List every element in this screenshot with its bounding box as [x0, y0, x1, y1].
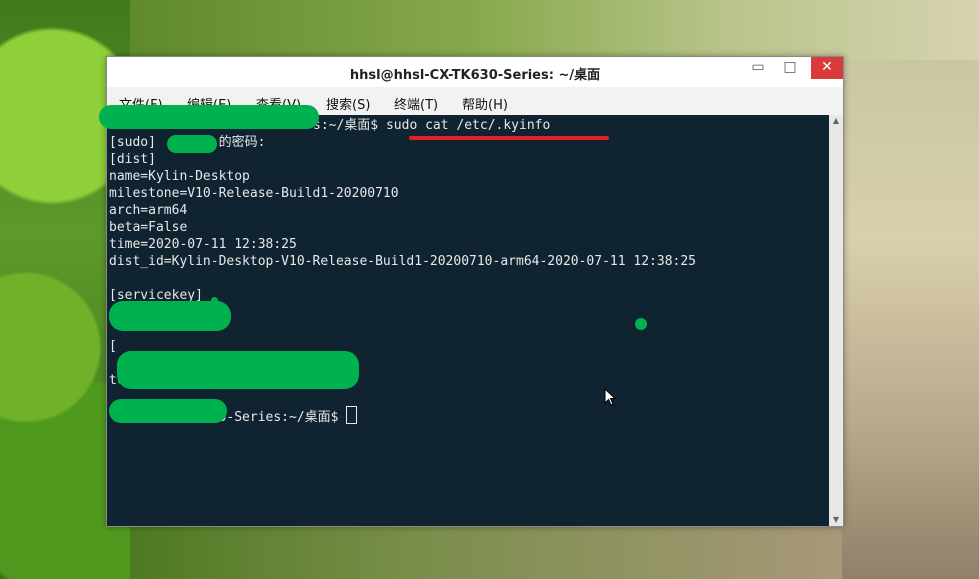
desktop-wallpaper-path [842, 60, 979, 579]
redaction-dot [211, 297, 218, 304]
desktop-wallpaper-top [130, 0, 979, 60]
terminal-line-8: time=2020-07-11 12:38:25 [109, 237, 297, 252]
window-title: hhsl@hhsl-CX-TK630-Series: ~/桌面 [349, 68, 601, 83]
terminal-line-7: beta=False [109, 220, 188, 235]
terminal-line-14: [ [109, 339, 117, 354]
terminal-line-3: [dist] [109, 152, 156, 167]
title-bar[interactable]: hhsl@hhsl-CX-TK630-Series: ~/桌面 ▭ □ ✕ [107, 57, 843, 87]
scroll-up-arrow-icon[interactable]: ▲ [829, 115, 843, 127]
redaction-mark [99, 105, 319, 129]
redaction-mark [167, 135, 217, 153]
menu-help[interactable]: 帮助(H) [462, 94, 508, 113]
terminal-window: hhsl@hhsl-CX-TK630-Series: ~/桌面 ▭ □ ✕ 文件… [99, 56, 844, 527]
terminal-output[interactable]: s:~/桌面$ sudo cat /etc/.kyinfo [sudo] 的密码… [99, 105, 829, 526]
redaction-mark [117, 351, 359, 389]
maximize-button[interactable]: □ [775, 57, 805, 79]
terminal-line-5: milestone=V10-Release-Build1-20200710 [109, 186, 399, 201]
terminal-line-1: s:~/桌面$ sudo cat /etc/.kyinfo [313, 118, 551, 133]
redaction-mark [109, 399, 227, 423]
terminal-scrollbar[interactable]: ▲ ▼ [829, 115, 843, 526]
minimize-button[interactable]: ▭ [743, 57, 773, 79]
menu-search[interactable]: 搜索(S) [326, 94, 370, 113]
redaction-mark [109, 301, 231, 331]
menu-terminal[interactable]: 终端(T) [394, 94, 438, 113]
terminal-line-6: arch=arm64 [109, 203, 188, 218]
terminal-line-9: dist_id=Kylin-Desktop-V10-Release-Build1… [109, 254, 696, 269]
red-underline-annotation [409, 136, 609, 140]
redaction-dot [635, 318, 647, 330]
desktop-wallpaper-bottom [130, 525, 842, 579]
scroll-down-arrow-icon[interactable]: ▼ [829, 514, 843, 526]
close-button[interactable]: ✕ [811, 57, 843, 79]
terminal-line-4: name=Kylin-Desktop [109, 169, 250, 184]
terminal-cursor [346, 406, 358, 424]
mouse-pointer-icon [604, 388, 617, 406]
